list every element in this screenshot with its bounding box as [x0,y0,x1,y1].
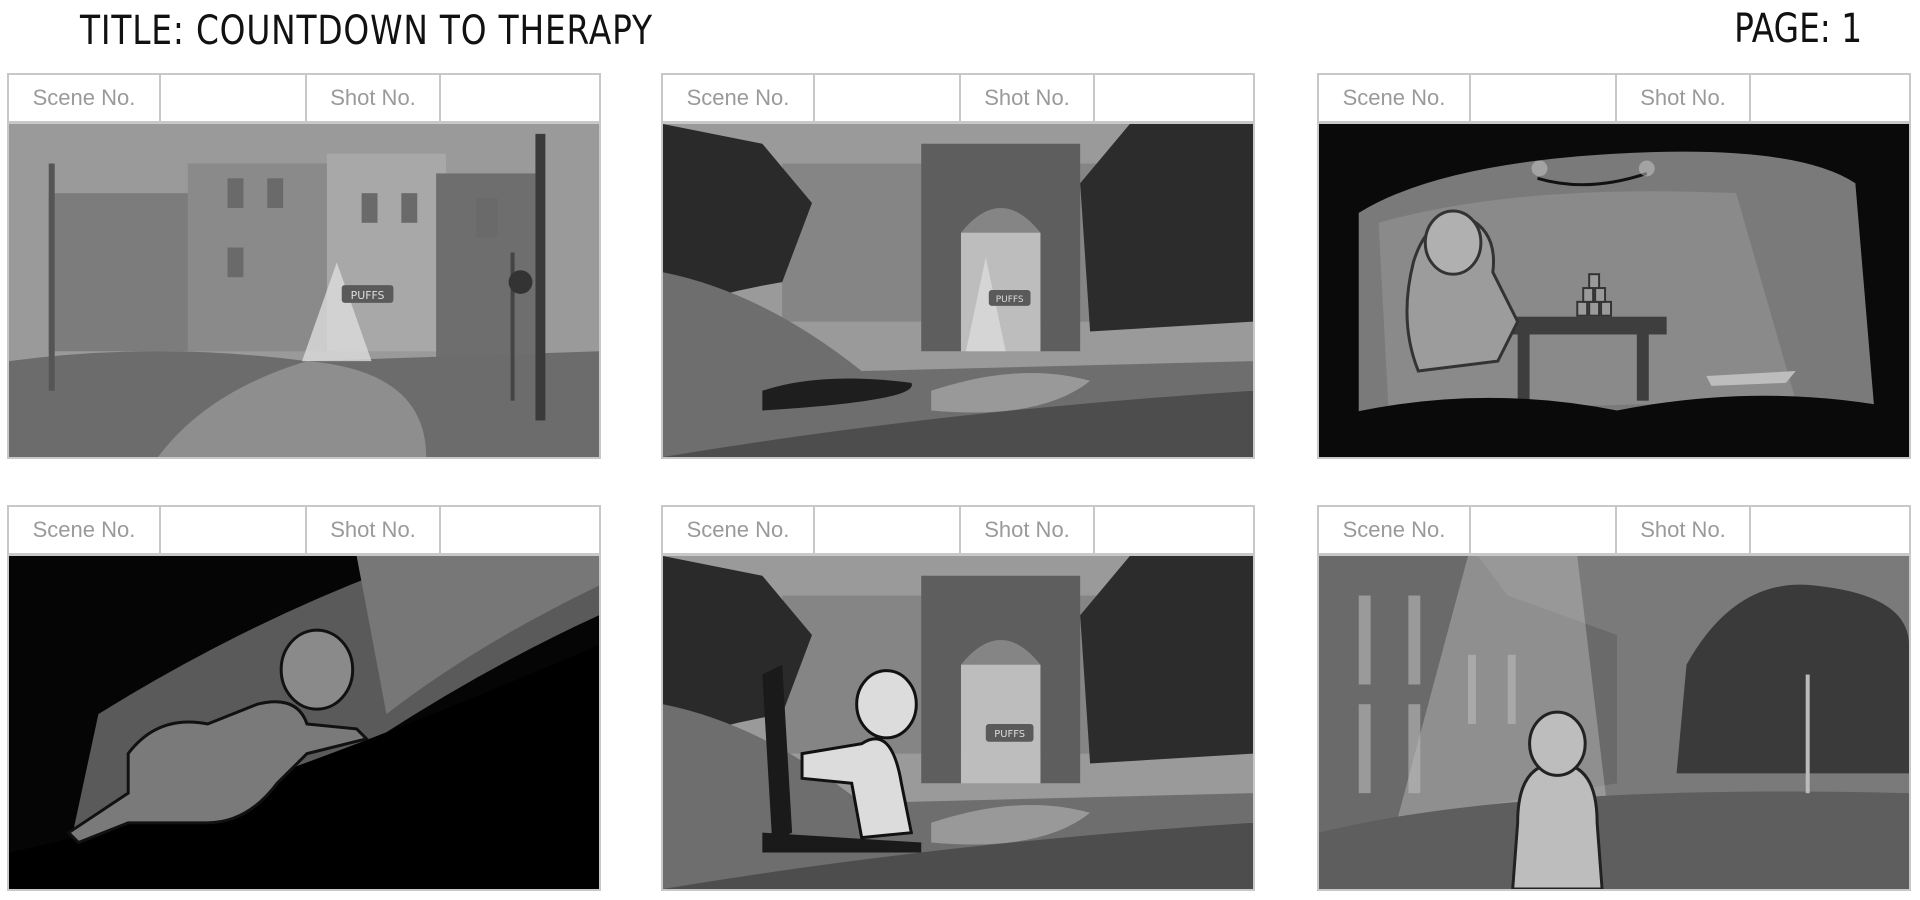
scene-no-label: Scene No. [9,75,161,121]
scene-no-field[interactable] [1471,507,1617,553]
sign-text: PUFFS [351,289,385,302]
storyboard-title: TITLE: COUNTDOWN TO THERAPY [80,8,653,54]
storyboard-frame-cave-table [1317,122,1911,459]
shot-no-field[interactable] [441,75,599,121]
storyboard-panel-4: Scene No. Shot No. [7,505,603,893]
shot-no-label: Shot No. [961,507,1095,553]
shot-no-label: Shot No. [961,75,1095,121]
panel-header: Scene No. Shot No. [7,73,601,123]
panel-header: Scene No. Shot No. [1317,73,1911,123]
sign-text: PUFFS [996,295,1024,305]
storyboard-frame-street: PUFFS [7,122,601,459]
shot-no-field[interactable] [1095,75,1253,121]
shot-no-label: Shot No. [307,75,441,121]
scene-no-field[interactable] [815,75,961,121]
shot-no-label: Shot No. [307,507,441,553]
storyboard-panel-6: Scene No. Shot No. [1317,505,1913,893]
panel-header: Scene No. Shot No. [1317,505,1911,555]
scene-no-label: Scene No. [663,507,815,553]
shot-no-field[interactable] [1751,507,1909,553]
shot-no-field[interactable] [441,507,599,553]
shot-no-label: Shot No. [1617,507,1751,553]
shot-no-field[interactable] [1751,75,1909,121]
scene-no-label: Scene No. [1319,507,1471,553]
shot-no-field[interactable] [1095,507,1253,553]
sign-text: PUFFS [994,729,1025,740]
storyboard-panel-2: Scene No. Shot No. PUFFS [661,73,1257,461]
scene-no-field[interactable] [1471,75,1617,121]
scene-no-field[interactable] [161,507,307,553]
storyboard-frame-emerging: PUFFS [661,554,1255,891]
scene-no-field[interactable] [161,75,307,121]
scene-no-label: Scene No. [9,507,161,553]
scene-no-field[interactable] [815,507,961,553]
storyboard-panel-5: Scene No. Shot No. PUFFS [661,505,1257,893]
storyboard-panel-3: Scene No. Shot No. [1317,73,1913,461]
page-number: PAGE: 1 [1733,6,1862,52]
storyboard-panel-1: Scene No. Shot No. PUFFS [7,73,603,461]
storyboard-frame-street-night [1317,554,1911,891]
panel-header: Scene No. Shot No. [661,505,1255,555]
storyboard-frame-archway: PUFFS [661,122,1255,459]
scene-no-label: Scene No. [663,75,815,121]
scene-no-label: Scene No. [1319,75,1471,121]
panel-header: Scene No. Shot No. [7,505,601,555]
storyboard-frame-climbing [7,554,601,891]
shot-no-label: Shot No. [1617,75,1751,121]
panel-header: Scene No. Shot No. [661,73,1255,123]
